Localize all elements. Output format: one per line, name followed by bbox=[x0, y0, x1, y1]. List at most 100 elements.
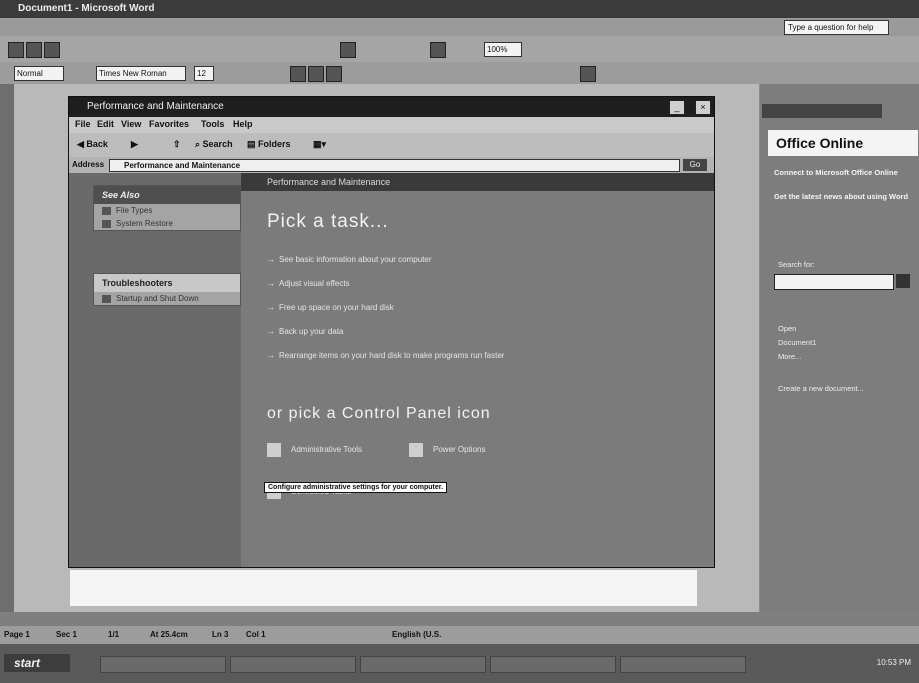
menu-file[interactable]: File bbox=[75, 119, 91, 129]
views-icon[interactable]: ▦▾ bbox=[313, 139, 326, 150]
task-link[interactable]: → Free up space on your hard disk bbox=[267, 303, 394, 312]
word-menubar: Type a question for help bbox=[0, 18, 919, 36]
power-options-link[interactable]: Power Options bbox=[409, 443, 485, 457]
ie-toolbar: ◀ Back ▶ ⇧ ⌕ Search ▤ Folders ▦▾ bbox=[69, 133, 714, 157]
minimize-button[interactable]: _ bbox=[669, 100, 685, 115]
menu-tools[interactable]: Tools bbox=[201, 119, 224, 129]
align-right-icon[interactable] bbox=[326, 66, 342, 82]
word-titlebar: Document1 - Microsoft Word bbox=[0, 0, 919, 18]
see-also-item-label: File Types bbox=[116, 206, 153, 215]
back-button[interactable]: ◀ Back bbox=[77, 139, 108, 150]
forward-icon[interactable]: ▶ bbox=[131, 139, 138, 150]
align-left-icon[interactable] bbox=[290, 66, 306, 82]
search-label: Search bbox=[202, 139, 233, 149]
font-size-select[interactable]: 12 bbox=[194, 66, 214, 81]
arrow-icon: → bbox=[267, 255, 275, 264]
task-pane-link[interactable]: Get the latest news about using Word bbox=[774, 192, 912, 201]
open-icon[interactable] bbox=[26, 42, 42, 58]
align-center-icon[interactable] bbox=[308, 66, 324, 82]
office-online-logo: Office Online bbox=[768, 130, 918, 156]
open-heading: Open bbox=[778, 324, 797, 333]
word-standard-toolbar: 100% bbox=[0, 36, 919, 62]
recent-document-link[interactable]: Document1 bbox=[778, 338, 816, 347]
word-statusbar: Page 1 Sec 1 1/1 At 25.4cm Ln 3 Col 1 En… bbox=[0, 626, 919, 644]
task-link[interactable]: → Back up your data bbox=[267, 327, 343, 336]
drawing-toolbar bbox=[0, 612, 919, 626]
arrow-icon: → bbox=[267, 279, 275, 288]
taskbar-item[interactable] bbox=[620, 656, 746, 673]
troubleshooters-heading[interactable]: Troubleshooters bbox=[94, 274, 240, 292]
see-also-heading[interactable]: See Also bbox=[94, 186, 240, 204]
folders-button[interactable]: ▤ Folders bbox=[247, 139, 291, 150]
control-panel-heading: or pick a Control Panel icon bbox=[267, 405, 491, 422]
start-button[interactable]: start bbox=[4, 654, 70, 672]
document-page[interactable] bbox=[70, 570, 697, 606]
font-color-icon[interactable] bbox=[580, 66, 596, 82]
system-restore-icon bbox=[102, 220, 111, 228]
task-label: Free up space on your hard disk bbox=[279, 303, 394, 312]
troubleshooter-item-label: Startup and Shut Down bbox=[116, 294, 199, 303]
status-sec: Sec 1 bbox=[56, 630, 77, 639]
create-new-link[interactable]: Create a new document... bbox=[778, 384, 864, 393]
see-also-item[interactable]: System Restore bbox=[94, 217, 240, 230]
status-language: English (U.S. bbox=[392, 630, 442, 639]
task-pane-header[interactable] bbox=[762, 104, 882, 118]
go-button[interactable]: Go bbox=[683, 159, 707, 171]
more-link[interactable]: More... bbox=[778, 352, 801, 361]
task-label: Rearrange items on your hard disk to mak… bbox=[279, 351, 505, 360]
help-icon bbox=[102, 295, 111, 303]
see-also-item[interactable]: File Types bbox=[94, 204, 240, 217]
arrow-icon: → bbox=[267, 351, 275, 360]
task-pane-search-input[interactable] bbox=[774, 274, 894, 290]
folders-label: Folders bbox=[258, 139, 291, 149]
pick-task-heading: Pick a task... bbox=[267, 211, 389, 232]
status-col: Col 1 bbox=[246, 630, 266, 639]
taskbar-item[interactable] bbox=[360, 656, 486, 673]
taskbar-item[interactable] bbox=[100, 656, 226, 673]
troubleshooter-item[interactable]: Startup and Shut Down bbox=[94, 292, 240, 305]
zoom-select[interactable]: 100% bbox=[484, 42, 522, 57]
search-button[interactable]: ⌕ Search bbox=[195, 139, 233, 150]
task-pane: Office Online Connect to Microsoft Offic… bbox=[760, 84, 919, 612]
menu-edit[interactable]: Edit bbox=[97, 119, 114, 129]
task-link[interactable]: → Adjust visual effects bbox=[267, 279, 350, 288]
back-label: Back bbox=[86, 139, 108, 149]
task-pane-link[interactable]: Connect to Microsoft Office Online bbox=[774, 168, 912, 177]
help-search-input[interactable]: Type a question for help bbox=[784, 20, 889, 35]
word-formatting-toolbar: Normal Times New Roman 12 bbox=[0, 62, 919, 84]
taskbar-item[interactable] bbox=[230, 656, 356, 673]
menu-favorites[interactable]: Favorites bbox=[149, 119, 189, 129]
taskbar-item[interactable] bbox=[490, 656, 616, 673]
save-icon[interactable] bbox=[44, 42, 60, 58]
ie-title: Performance and Maintenance bbox=[87, 101, 224, 112]
new-icon[interactable] bbox=[8, 42, 24, 58]
task-link[interactable]: → See basic information about your comput… bbox=[267, 255, 432, 264]
troubleshooters-panel: Troubleshooters Startup and Shut Down bbox=[93, 273, 241, 306]
status-page: Page 1 bbox=[4, 630, 30, 639]
file-types-icon bbox=[102, 207, 111, 215]
power-icon bbox=[409, 443, 423, 457]
vertical-ruler bbox=[0, 84, 14, 612]
status-ln: Ln 3 bbox=[212, 630, 229, 639]
address-label: Address bbox=[72, 160, 105, 169]
columns-icon[interactable] bbox=[430, 42, 446, 58]
administrative-tools-link[interactable]: Administrative Tools bbox=[267, 443, 362, 457]
font-select[interactable]: Times New Roman bbox=[96, 66, 186, 81]
task-link[interactable]: → Rearrange items on your hard disk to ma… bbox=[267, 351, 504, 360]
menu-help[interactable]: Help bbox=[233, 119, 253, 129]
search-go-icon[interactable] bbox=[896, 274, 910, 288]
taskbar: start 10:53 PM bbox=[0, 644, 919, 683]
up-folder-icon[interactable]: ⇧ bbox=[173, 139, 181, 150]
task-label: Adjust visual effects bbox=[279, 279, 350, 288]
address-input[interactable]: Performance and Maintenance bbox=[109, 159, 680, 172]
menu-view[interactable]: View bbox=[121, 119, 141, 129]
task-label: Back up your data bbox=[279, 327, 344, 336]
tooltip: Configure administrative settings for yo… bbox=[264, 482, 448, 493]
arrow-icon: → bbox=[267, 303, 275, 312]
cp-icon-label: Power Options bbox=[433, 445, 486, 455]
close-button[interactable]: × bbox=[695, 100, 711, 115]
main-header-title: Performance and Maintenance bbox=[267, 177, 391, 187]
style-select[interactable]: Normal bbox=[14, 66, 64, 81]
table-icon[interactable] bbox=[340, 42, 356, 58]
clock: 10:53 PM bbox=[876, 658, 911, 667]
